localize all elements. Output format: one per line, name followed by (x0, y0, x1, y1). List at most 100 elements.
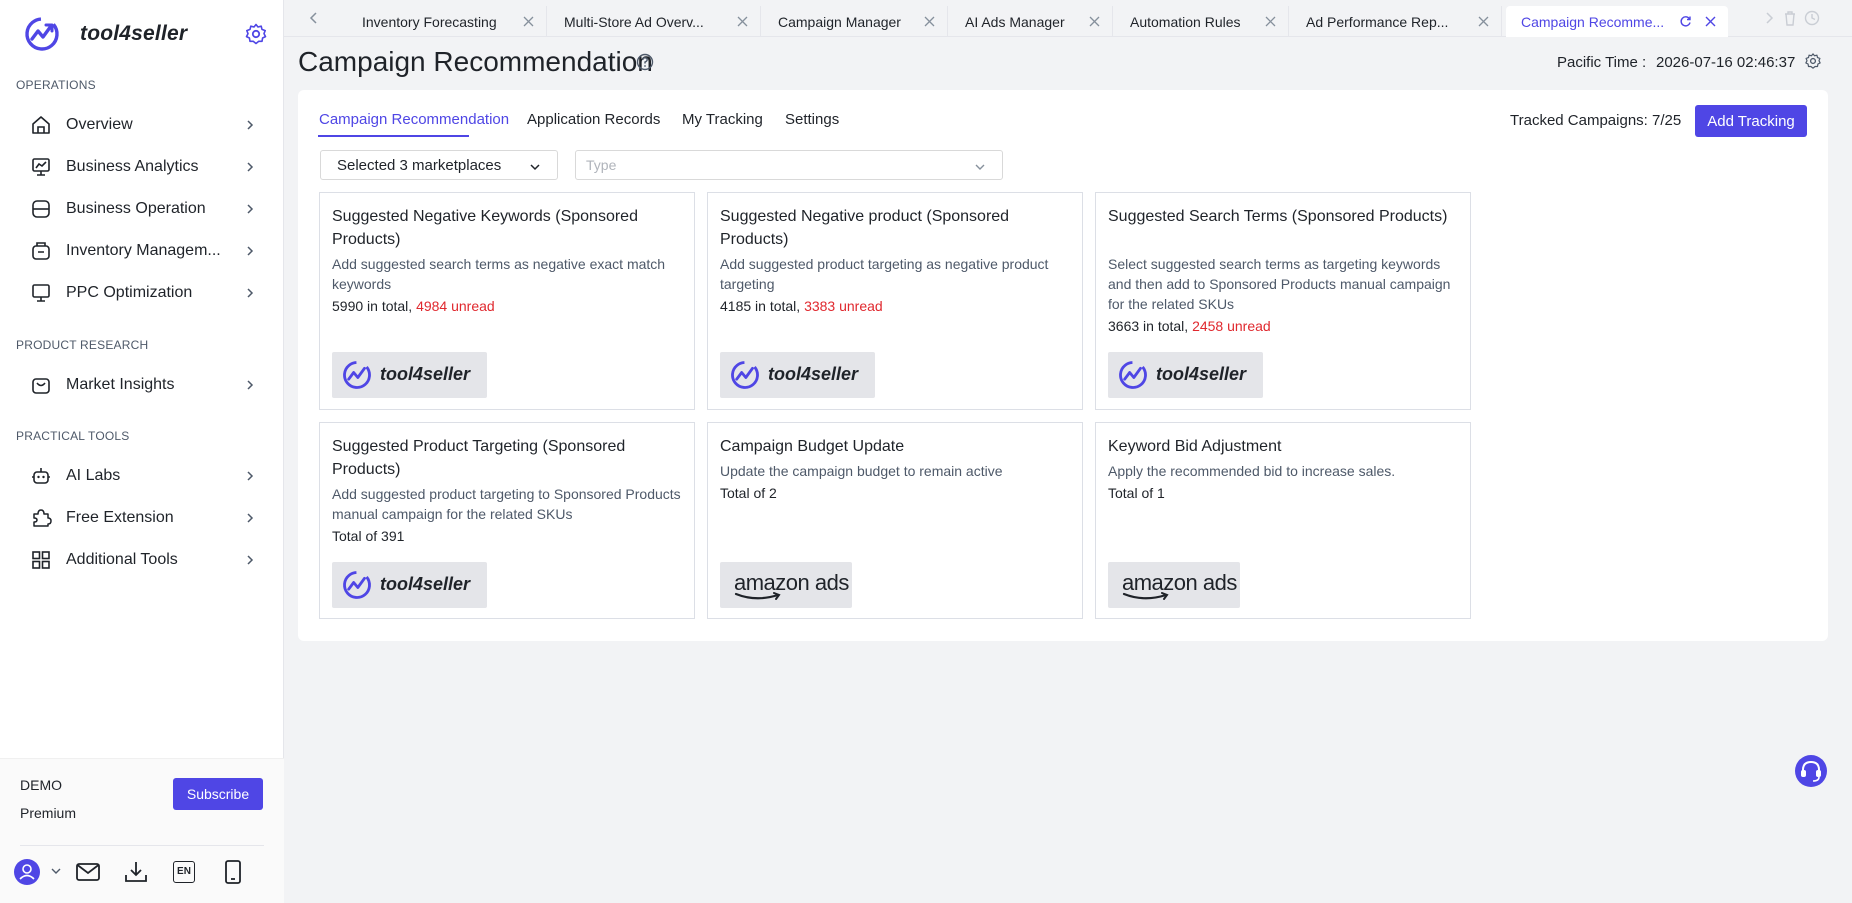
history-icon[interactable] (1802, 8, 1822, 28)
chevron-right-icon (247, 555, 254, 565)
help-circle-icon[interactable] (636, 53, 654, 71)
amazon-smile-icon (1122, 592, 1169, 600)
customer-support-icon[interactable] (1794, 754, 1828, 788)
card-total: Total of 1 (1108, 485, 1165, 501)
inventory-icon (32, 242, 50, 260)
tool4seller-logo-icon (343, 571, 371, 599)
sidebar-item-business-operation[interactable]: Business Operation (16, 189, 268, 229)
card-description: Add suggested product targeting as negat… (720, 256, 1049, 292)
active-subtab-indicator (318, 135, 469, 137)
subscribe-button[interactable]: Subscribe (173, 778, 263, 810)
bag-icon (32, 378, 50, 394)
tab-inventory-forecasting[interactable]: Inventory Forecasting (334, 6, 547, 37)
settings-gear-icon[interactable] (244, 22, 268, 46)
brand[interactable]: tool4seller (24, 14, 187, 54)
marketplace-select[interactable]: Selected 3 marketplaces (320, 150, 558, 180)
marketplace-select-value: Selected 3 marketplaces (337, 157, 502, 174)
tab-multi-store-ad-overview[interactable]: Multi-Store Ad Overv... (547, 6, 761, 37)
card-unread: 2458 unread (1192, 318, 1271, 334)
user-avatar-icon[interactable] (14, 859, 40, 885)
card-description: Apply the recommended bid to increase sa… (1108, 463, 1396, 479)
card-suggested-search-terms[interactable]: Suggested Search Terms (Sponsored Produc… (1095, 192, 1471, 410)
section-label-operations: OPERATIONS (16, 78, 96, 92)
plan-tier: Premium (20, 805, 77, 821)
chevron-right-icon (247, 513, 254, 523)
sidebar-item-label: Additional Tools (66, 551, 178, 568)
tool4seller-badge: tool4seller (332, 352, 487, 398)
badge-text: tool4seller (380, 364, 471, 384)
trash-icon[interactable] (1780, 8, 1800, 28)
subtab-application-records[interactable]: Application Records (527, 111, 660, 128)
card-suggested-product-targeting[interactable]: Suggested Product Targeting (Sponsored P… (319, 422, 695, 619)
tool4seller-logo-icon (343, 361, 371, 389)
close-icon[interactable] (523, 16, 534, 27)
sidebar-item-label: Business Operation (66, 200, 206, 217)
download-icon[interactable] (123, 859, 149, 885)
card-title: Campaign Budget Update (720, 438, 905, 455)
close-icon[interactable] (1265, 16, 1276, 27)
grid-icon (32, 551, 50, 569)
tab-automation-rules[interactable]: Automation Rules (1113, 6, 1289, 37)
refresh-icon[interactable] (1679, 15, 1692, 28)
sidebar-item-overview[interactable]: Overview (16, 105, 268, 145)
card-description: Add suggested search terms as negative e… (332, 256, 666, 292)
card-keyword-bid-adjustment[interactable]: Keyword Bid Adjustment Apply the recomme… (1095, 422, 1471, 619)
card-stats: 5990 in total, 4984 unread (332, 298, 495, 314)
tracked-campaigns-count: Tracked Campaigns: 7/25 (1510, 112, 1682, 129)
card-suggested-negative-product[interactable]: Suggested Negative product (Sponsored Pr… (707, 192, 1083, 410)
brand-name: tool4seller (80, 22, 188, 45)
subtab-campaign-recommendation[interactable]: Campaign Recommendation (319, 111, 509, 128)
sidebar-item-inventory-management[interactable]: Inventory Managem... (16, 231, 268, 271)
chevron-right-icon (247, 246, 254, 256)
tab-ai-ads-manager[interactable]: AI Ads Manager (948, 6, 1113, 37)
mail-icon[interactable] (75, 859, 101, 885)
sidebar-item-label: AI Labs (66, 467, 121, 484)
chevron-down-icon (975, 164, 985, 170)
card-stats: 4185 in total, 3383 unread (720, 298, 883, 314)
sidebar-item-free-extension[interactable]: Free Extension (16, 498, 268, 538)
card-total: 3663 in total, (1108, 318, 1189, 334)
sidebar-item-additional-tools[interactable]: Additional Tools (16, 540, 268, 580)
tab-ad-performance-report[interactable]: Ad Performance Rep... (1289, 6, 1502, 37)
card-total: 4185 in total, (720, 298, 801, 314)
sidebar: tool4seller OPERATIONS Overview Business… (0, 0, 284, 903)
robot-icon (32, 468, 50, 484)
card-total: Total of 391 (332, 528, 405, 544)
sidebar-item-label: PPC Optimization (66, 284, 193, 301)
amazon-ads-badge: amazon ads (1108, 562, 1240, 608)
chevron-right-icon (247, 162, 254, 172)
mobile-icon[interactable] (220, 859, 246, 885)
sidebar-item-ppc-optimization[interactable]: PPC Optimization (16, 273, 268, 313)
tab-campaign-recommendation[interactable]: Campaign Recomme... (1506, 6, 1728, 37)
close-icon[interactable] (924, 16, 935, 27)
close-icon[interactable] (1089, 16, 1100, 27)
type-select[interactable]: Type (575, 150, 1003, 180)
sidebar-item-label: Market Insights (66, 376, 175, 393)
card-description: Update the campaign budget to remain act… (720, 463, 1003, 479)
card-suggested-negative-keywords[interactable]: Suggested Negative Keywords (Sponsored P… (319, 192, 695, 410)
page-scrollbar[interactable] (1843, 37, 1852, 903)
sidebar-item-market-insights[interactable]: Market Insights (16, 365, 268, 405)
close-icon[interactable] (1705, 16, 1716, 27)
time-settings-gear-icon[interactable] (1804, 52, 1822, 70)
card-campaign-budget-update[interactable]: Campaign Budget Update Update the campai… (707, 422, 1083, 619)
analytics-icon (32, 158, 50, 176)
sidebar-item-label: Business Analytics (66, 158, 199, 175)
sidebar-item-ai-labs[interactable]: AI Labs (16, 456, 268, 496)
close-icon[interactable] (737, 16, 748, 27)
card-description: Add suggested product targeting to Spons… (332, 486, 681, 522)
subtab-my-tracking[interactable]: My Tracking (682, 111, 763, 128)
card-total: Total of 2 (720, 485, 777, 501)
add-tracking-button[interactable]: Add Tracking (1695, 105, 1807, 137)
tab-campaign-manager[interactable]: Campaign Manager (761, 6, 948, 37)
puzzle-icon (33, 509, 52, 527)
close-icon[interactable] (1478, 16, 1489, 27)
tab-scroll-left-icon[interactable] (304, 8, 324, 28)
chevron-right-icon (247, 288, 254, 298)
chevron-down-icon[interactable] (50, 865, 62, 877)
subtab-settings[interactable]: Settings (785, 111, 839, 128)
tab-scroll-right-icon[interactable] (1759, 8, 1779, 28)
tool4seller-logo-icon (1119, 361, 1147, 389)
sidebar-item-business-analytics[interactable]: Business Analytics (16, 147, 268, 187)
language-icon[interactable]: EN (173, 861, 195, 883)
